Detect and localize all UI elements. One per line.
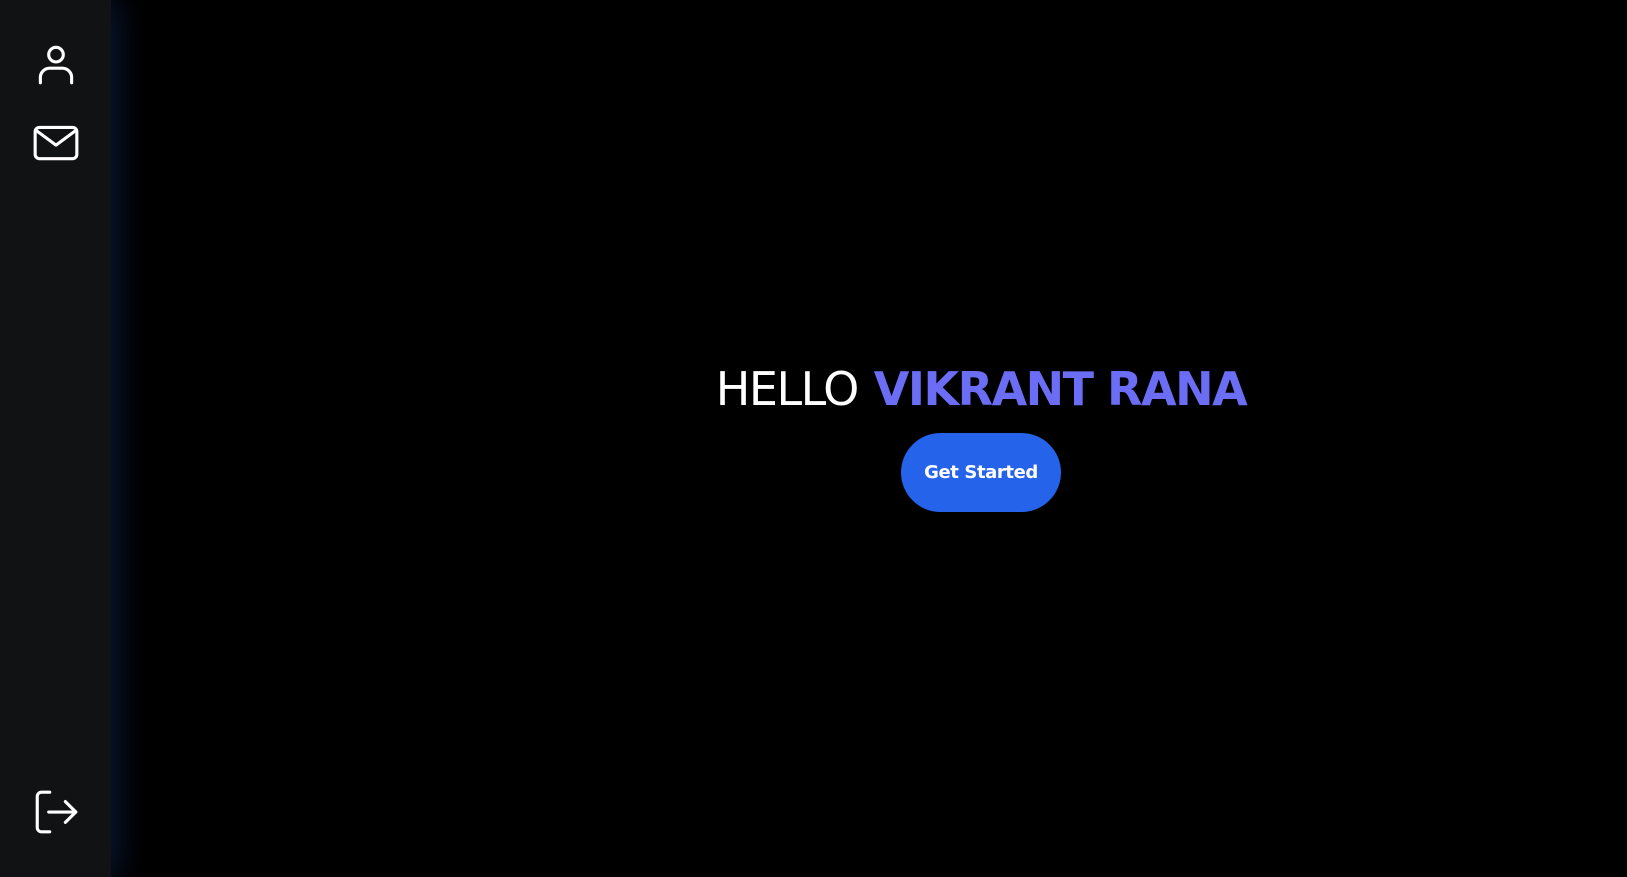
profile-button[interactable] <box>26 34 86 94</box>
get-started-button[interactable]: Get Started <box>901 433 1061 512</box>
sidebar <box>0 0 111 877</box>
hero-heading: HELLO VIKRANT RANA <box>111 356 1627 422</box>
greeting-text: HELLO <box>715 362 859 416</box>
mail-button[interactable] <box>26 113 86 173</box>
user-icon <box>38 45 74 85</box>
main-content: HELLO VIKRANT RANA Get Started <box>111 0 1627 877</box>
app-root: HELLO VIKRANT RANA Get Started <box>0 0 1627 877</box>
logout-button[interactable] <box>26 782 86 842</box>
user-name: VIKRANT RANA <box>873 362 1248 416</box>
hero-section: HELLO VIKRANT RANA Get Started <box>111 356 1627 512</box>
mail-icon <box>33 125 79 161</box>
logout-icon <box>35 790 78 834</box>
